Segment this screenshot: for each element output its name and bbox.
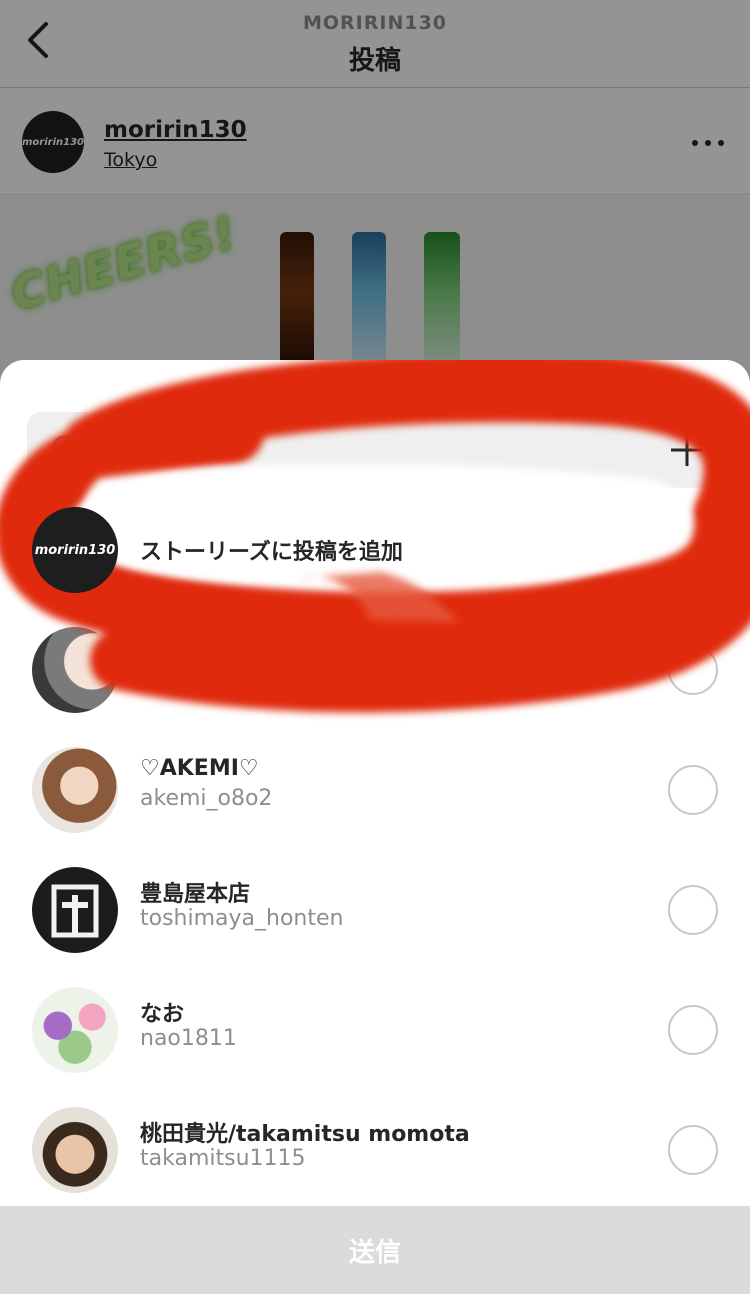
search-input[interactable]: [97, 426, 657, 474]
select-recipient-radio[interactable]: [668, 1125, 718, 1175]
recipient-handle: japanesesake.smile: [140, 666, 356, 691]
recipient-name: 豊島屋本店: [140, 882, 251, 907]
story-avatar-overlay: moririn130: [32, 507, 118, 593]
search-icon: [52, 435, 83, 466]
recipient-avatar: [32, 987, 118, 1073]
recipient-name: なお: [140, 1002, 185, 1027]
search-bar: [27, 412, 723, 488]
select-recipient-radio[interactable]: [668, 885, 718, 935]
send-bar: 送信: [0, 1206, 750, 1294]
select-recipient-radio[interactable]: [668, 765, 718, 815]
sheet-drag-handle[interactable]: [339, 382, 411, 388]
select-recipient-radio[interactable]: [668, 1005, 718, 1055]
recipient-row[interactable]: 桃田貴光/takamitsu momota takamitsu1115: [0, 1090, 750, 1210]
select-recipient-radio[interactable]: [668, 645, 718, 695]
recipient-name: ♡AKEMI♡: [140, 756, 259, 781]
recipient-row[interactable]: 日本酒 すみまる。 japanesesake.smile: [0, 610, 750, 730]
recipient-handle: akemi_o8o2: [140, 786, 273, 811]
add-to-story-overlay: moririn130 ストーリーズに投稿を追加: [0, 490, 750, 610]
recipient-name: 桃田貴光/takamitsu momota: [140, 1122, 470, 1147]
recipient-avatar: [32, 1107, 118, 1193]
toshimaya-logo-icon: [51, 884, 99, 938]
plus-icon[interactable]: [667, 430, 707, 470]
send-button[interactable]: 送信: [0, 1206, 750, 1294]
add-to-story-label-overlay: ストーリーズに投稿を追加: [140, 540, 403, 565]
recipient-handle: toshimaya_honten: [140, 906, 344, 931]
recipient-row[interactable]: なお nao1811: [0, 970, 750, 1090]
recipient-avatar: [32, 867, 118, 953]
recipient-avatar: [32, 747, 118, 833]
recipient-handle: nao1811: [140, 1026, 237, 1051]
recipient-row[interactable]: ♡AKEMI♡ akemi_o8o2: [0, 730, 750, 850]
recipient-handle: takamitsu1115: [140, 1146, 306, 1171]
recipient-row[interactable]: 豊島屋本店 toshimaya_honten: [0, 850, 750, 970]
recipient-avatar: [32, 627, 118, 713]
recipient-name: 日本酒 すみまる。: [140, 642, 324, 667]
